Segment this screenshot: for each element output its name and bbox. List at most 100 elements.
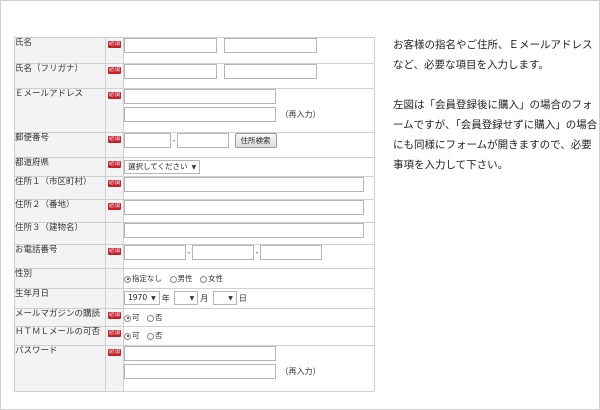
required-badge: 必須	[107, 349, 121, 356]
last-name-input[interactable]	[124, 38, 217, 53]
required-badge: 必須	[107, 136, 121, 143]
required-badge-cell	[105, 268, 124, 289]
month-unit: 月	[200, 293, 209, 303]
field-cell: - 住所検索	[123, 132, 375, 158]
form-row-name: 氏名 必須	[14, 37, 375, 64]
chevron-down-icon: ▼	[228, 295, 233, 302]
instruction-paragraph: 左図は「会員登録後に購入」の場合のフォームですが、「会員登録せずに購入」の場合に…	[393, 99, 598, 171]
phone-third-input[interactable]	[260, 245, 322, 260]
required-badge-cell: 必須	[105, 157, 124, 177]
field-label: 都道府県	[14, 157, 106, 177]
radio-selected-icon	[124, 275, 131, 283]
first-name-input[interactable]	[223, 38, 317, 53]
email-confirm-input[interactable]	[124, 107, 276, 122]
birth-year-value: 1970	[128, 293, 148, 302]
field-label: ＨＴＭＬメールの可否	[14, 326, 106, 346]
radio-icon	[200, 275, 208, 283]
gender-option-male[interactable]: 男性	[169, 273, 193, 284]
phone-first-input[interactable]	[124, 245, 186, 260]
field-cell: 選択してください ▼	[123, 157, 375, 177]
birth-year-select[interactable]: 1970 ▼	[124, 291, 160, 305]
address1-input[interactable]	[124, 177, 364, 192]
address3-input[interactable]	[124, 223, 364, 238]
password-input[interactable]	[124, 346, 276, 361]
reenter-note: （再入力）	[280, 110, 321, 119]
required-badge-cell: 必須	[105, 326, 124, 346]
last-name-kana-input[interactable]	[124, 64, 217, 79]
required-badge: 必須	[107, 67, 121, 74]
field-label: 氏名（フリガナ）	[14, 63, 106, 89]
form-row-prefecture: 都道府県 必須 選択してください ▼	[14, 157, 375, 177]
address2-input[interactable]	[124, 200, 364, 215]
form-row-name-kana: 氏名（フリガナ） 必須	[14, 63, 375, 89]
form-row-email: Ｅメールアドレス 必須 （再入力）	[14, 88, 375, 133]
first-name-kana-input[interactable]	[223, 64, 317, 79]
field-label: 生年月日	[14, 288, 106, 309]
required-badge: 必須	[107, 41, 121, 48]
form-row-phone: お電話番号 必須 --	[14, 244, 375, 269]
form-row-password: パスワード 必須 （再入力）	[14, 345, 375, 392]
day-unit: 日	[238, 293, 247, 303]
radio-icon	[147, 332, 155, 340]
field-label: 性別	[14, 268, 106, 289]
field-cell	[123, 176, 375, 200]
form-row-address3: 住所３（建物名）	[14, 222, 375, 245]
newsletter-option-yes[interactable]: 可	[124, 312, 140, 323]
radio-selected-icon	[124, 314, 131, 322]
chevron-down-icon: ▼	[189, 295, 195, 302]
required-badge: 必須	[107, 248, 121, 255]
address-search-button[interactable]: 住所検索	[234, 133, 277, 148]
password-confirm-input[interactable]	[124, 364, 276, 379]
required-badge: 必須	[107, 180, 121, 187]
required-badge-cell: 必須	[105, 199, 124, 223]
required-badge: 必須	[107, 161, 121, 168]
form-row-gender: 性別 指定なし 男性 女性	[14, 268, 375, 289]
required-badge: 必須	[107, 312, 121, 319]
gender-option-unspecified[interactable]: 指定なし	[124, 273, 162, 284]
required-badge-cell: 必須	[105, 244, 124, 269]
required-badge: 必須	[107, 330, 121, 337]
form-row-html-mail: ＨＴＭＬメールの可否 必須 可 否	[14, 326, 375, 346]
chevron-down-icon: ▼	[191, 164, 197, 171]
form-row-postal-code: 郵便番号 必須 - 住所検索	[14, 132, 375, 158]
field-cell: 1970 ▼ 年 ▼ 月 ▼ 日	[123, 288, 375, 309]
required-badge-cell: 必須	[105, 37, 124, 64]
postal-code-second-input[interactable]	[177, 133, 229, 148]
form-row-address1: 住所１（市区町村） 必須	[14, 176, 375, 200]
required-badge-cell: 必須	[105, 176, 124, 200]
newsletter-option-no[interactable]: 否	[147, 312, 163, 323]
gender-option-female[interactable]: 女性	[200, 273, 223, 284]
field-cell	[123, 63, 375, 89]
field-cell	[123, 222, 375, 245]
html-mail-option-no[interactable]: 否	[147, 330, 163, 341]
birth-day-select[interactable]: ▼	[212, 291, 237, 305]
field-cell: 指定なし 男性 女性	[123, 268, 375, 289]
year-unit: 年	[161, 293, 170, 303]
field-label: 氏名	[14, 37, 106, 64]
required-badge-cell: 必須	[105, 308, 124, 327]
email-input[interactable]	[124, 89, 276, 104]
required-badge: 必須	[107, 92, 121, 99]
phone-second-input[interactable]	[192, 245, 254, 260]
postal-code-first-input[interactable]	[124, 133, 171, 148]
required-badge-cell: 必須	[105, 88, 124, 133]
birth-month-select[interactable]: ▼	[174, 291, 199, 305]
field-cell	[123, 37, 375, 64]
field-label: お電話番号	[14, 244, 106, 269]
required-badge-cell: 必須	[105, 132, 124, 158]
field-cell	[123, 199, 375, 223]
field-label: 住所１（市区町村）	[14, 176, 106, 200]
prefecture-select-value: 選択してください	[128, 162, 188, 171]
required-badge: 必須	[107, 203, 121, 210]
html-mail-option-yes[interactable]: 可	[124, 330, 140, 341]
field-label: 住所３（建物名）	[14, 222, 106, 245]
radio-icon	[169, 275, 177, 283]
field-cell: （再入力）	[123, 345, 375, 392]
form-row-birthdate: 生年月日 1970 ▼ 年 ▼ 月 ▼ 日	[14, 288, 375, 309]
required-badge-cell	[105, 288, 124, 309]
radio-icon	[147, 314, 155, 322]
radio-selected-icon	[124, 332, 131, 340]
chevron-down-icon: ▼	[151, 295, 156, 302]
prefecture-select[interactable]: 選択してください ▼	[124, 160, 201, 174]
field-cell: 可 否	[123, 326, 375, 346]
